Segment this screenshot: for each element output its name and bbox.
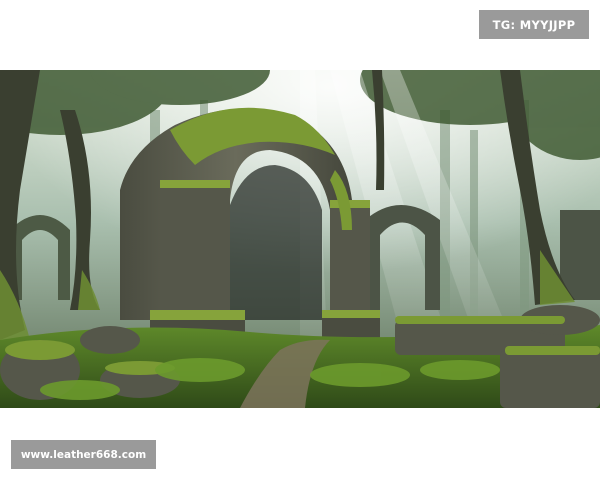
forest-ruins-image — [0, 70, 600, 408]
forest-ruins-illustration — [0, 70, 600, 408]
telegram-watermark-badge: TG: MYYJJPP — [479, 10, 589, 39]
website-watermark-badge: www.leather668.com — [11, 440, 156, 469]
